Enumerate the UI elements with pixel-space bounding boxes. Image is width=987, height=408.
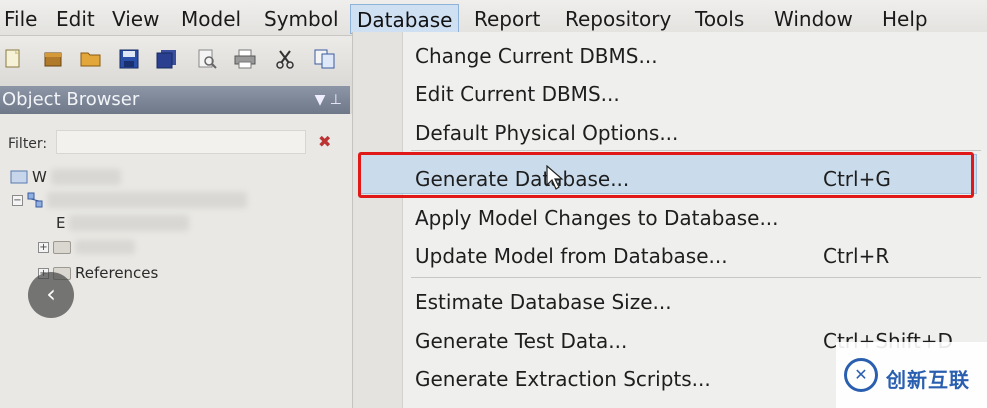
tree-item-diagram[interactable]: E: [56, 214, 190, 232]
model-icon: [27, 192, 43, 208]
shortcut-update-model: Ctrl+R: [823, 244, 890, 268]
redacted-text: [50, 169, 121, 185]
print-preview-icon[interactable]: [196, 48, 218, 70]
open-package-icon[interactable]: [42, 48, 64, 70]
expand-icon[interactable]: +: [38, 241, 49, 253]
watermark-text: 创新互联: [886, 368, 970, 392]
tree-item-model[interactable]: −: [12, 192, 247, 208]
collapse-icon[interactable]: −: [12, 194, 23, 206]
object-browser-header: Object Browser ▼ ⊥: [0, 86, 350, 114]
brand-logo-icon: ✕: [844, 358, 878, 392]
menu-view[interactable]: View: [106, 4, 165, 34]
menu-tools[interactable]: Tools: [689, 4, 750, 34]
tree-item-label: W: [32, 168, 47, 186]
filter-input[interactable]: [56, 130, 306, 154]
menu-symbol[interactable]: Symbol: [258, 4, 345, 34]
menu-database[interactable]: Database: [350, 4, 460, 34]
menu-item-apply-model-changes[interactable]: Apply Model Changes to Database...: [415, 206, 779, 230]
tree-item-folder[interactable]: +: [38, 240, 135, 254]
menu-item-default-physical-options[interactable]: Default Physical Options...: [415, 121, 678, 145]
redacted-text: [69, 215, 190, 231]
menu-model[interactable]: Model: [175, 4, 247, 34]
pin-icon[interactable]: ▼ ⊥: [315, 86, 342, 114]
menu-file[interactable]: File: [0, 4, 43, 34]
menu-help[interactable]: Help: [876, 4, 934, 34]
tree-item-workspace[interactable]: W: [10, 168, 121, 186]
menu-item-change-dbms[interactable]: Change Current DBMS...: [415, 44, 658, 68]
object-browser-panel: Filter: ✖ W − E + + References: [0, 114, 352, 408]
menu-item-edit-dbms[interactable]: Edit Current DBMS...: [415, 82, 620, 106]
copy-icon[interactable]: [314, 48, 336, 70]
mouse-cursor-icon: [546, 165, 564, 190]
workspace-icon: [10, 170, 28, 184]
new-icon[interactable]: [2, 48, 24, 70]
tree-item-label: References: [75, 264, 159, 282]
clear-filter-icon[interactable]: ✖: [318, 132, 331, 151]
watermark-logo: ✕ 创新互联: [836, 342, 987, 408]
menu-item-generate-test-data[interactable]: Generate Test Data...: [415, 329, 627, 353]
folder-icon: [53, 240, 71, 254]
object-browser-title: Object Browser: [2, 89, 140, 110]
menu-edit[interactable]: Edit: [50, 4, 101, 34]
toolbar: [0, 36, 352, 82]
tree-item-label: E: [56, 214, 66, 232]
menu-gutter: [353, 32, 403, 408]
redacted-text: [75, 240, 135, 254]
menu-repository[interactable]: Repository: [559, 4, 677, 34]
filter-label: Filter:: [8, 136, 48, 152]
open-folder-icon[interactable]: [80, 48, 102, 70]
annotation-highlight-box: [358, 152, 974, 198]
print-icon[interactable]: [234, 48, 256, 70]
save-icon[interactable]: [118, 48, 140, 70]
menu-item-estimate-size[interactable]: Estimate Database Size...: [415, 290, 672, 314]
back-arrow-button[interactable]: ‹: [28, 272, 74, 318]
menu-window[interactable]: Window: [768, 4, 859, 34]
menu-bar: File Edit View Model Symbol Database Rep…: [0, 0, 987, 36]
menu-item-generate-extraction-scripts[interactable]: Generate Extraction Scripts...: [415, 367, 711, 391]
menu-separator: [411, 277, 981, 278]
menu-report[interactable]: Report: [468, 4, 546, 34]
menu-separator: [411, 150, 981, 151]
redacted-text: [47, 192, 247, 208]
cut-icon[interactable]: [274, 48, 296, 70]
save-all-icon[interactable]: [156, 48, 178, 70]
menu-item-update-model[interactable]: Update Model from Database...: [415, 244, 728, 268]
